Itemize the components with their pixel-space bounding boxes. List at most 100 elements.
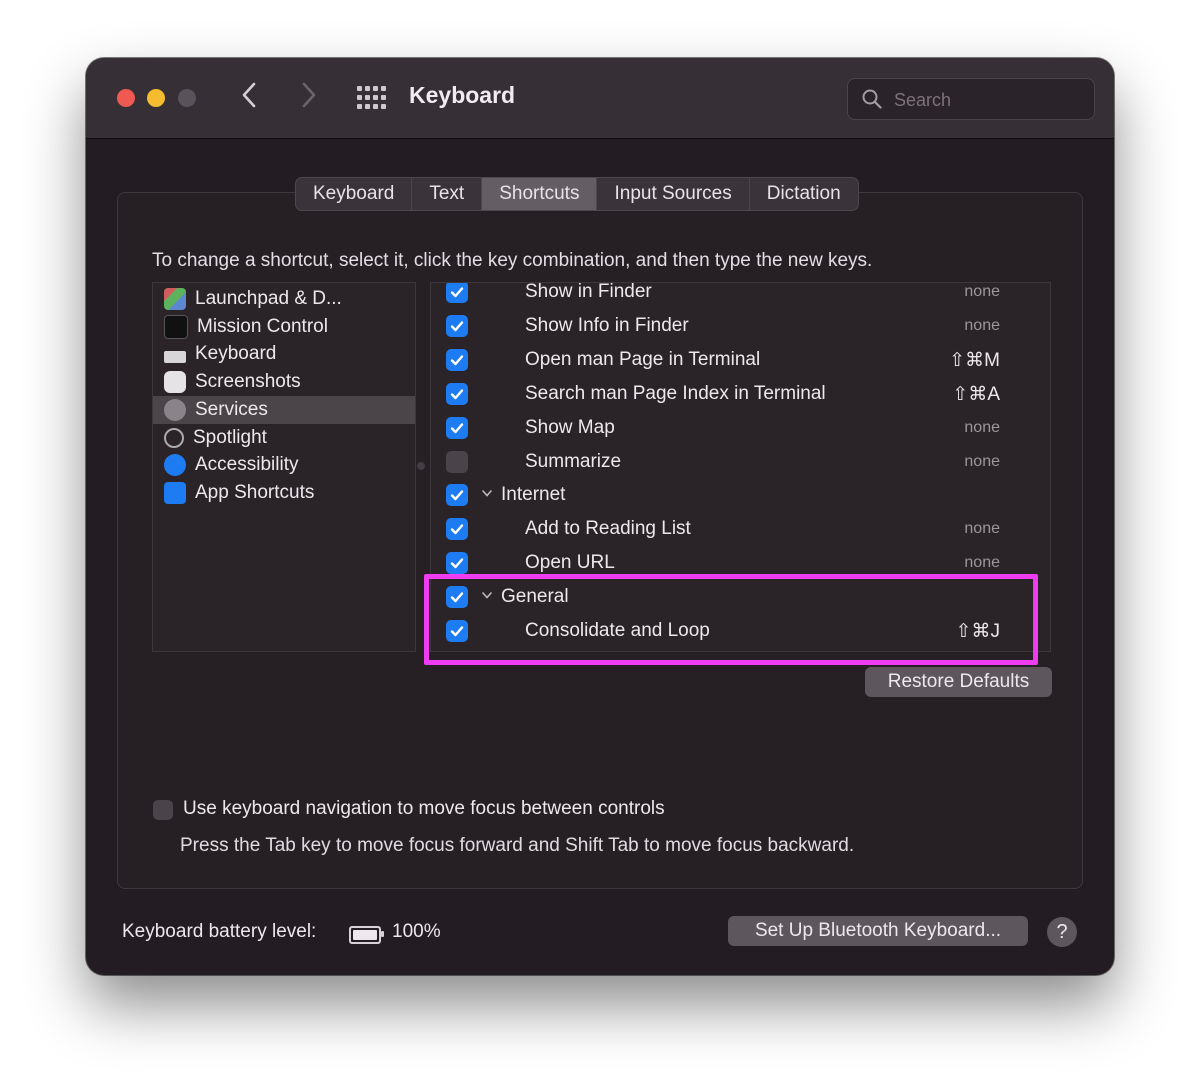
show-all-grid-icon[interactable] (357, 86, 386, 110)
shortcut-list[interactable]: Show in Finder none Show Info in Finder non… (430, 282, 1051, 652)
shortcut-key-combination[interactable]: none (964, 283, 1000, 301)
tab-text[interactable]: Text (412, 178, 483, 210)
shortcut-row[interactable]: Open man Page in Terminal ⇧⌘M (431, 345, 1050, 379)
category-label: Mission Control (197, 315, 328, 337)
shortcut-label: Search man Page Index in Terminal (525, 382, 826, 404)
keyboard-preferences-window: Keyboard KeyboardTextShortcutsInput Sour… (86, 58, 1114, 975)
category-label: Screenshots (195, 371, 301, 393)
shortcut-key-combination[interactable]: ⇧⌘J (956, 620, 1000, 643)
tab-keyboard[interactable]: Keyboard (296, 178, 413, 210)
shortcut-key-combination[interactable]: ⇧⌘A (952, 383, 1000, 406)
checkmark-icon (450, 490, 464, 501)
shortcut-label: Show Map (525, 416, 615, 438)
search-field[interactable] (847, 78, 1095, 120)
screenshot-icon (164, 371, 186, 394)
shortcut-checkbox[interactable] (446, 518, 468, 541)
shortcut-row[interactable]: Show Info in Finder none (431, 311, 1050, 345)
shortcut-row[interactable]: Open URL none (431, 548, 1050, 582)
keyboard-navigation-checkbox[interactable] (153, 800, 173, 820)
keyboard-icon (164, 350, 186, 363)
checkmark-icon (450, 524, 464, 535)
chevron-left-icon (242, 82, 256, 108)
checkmark-icon (450, 355, 464, 365)
chevron-right-icon (302, 82, 316, 108)
shortcut-checkbox[interactable] (446, 586, 468, 609)
window-title: Keyboard (409, 82, 516, 108)
shortcut-checkbox[interactable] (446, 314, 468, 337)
shortcut-checkbox[interactable] (446, 484, 468, 507)
battery-label: Keyboard battery level: (122, 921, 317, 942)
category-item-spotlight[interactable]: Spotlight (153, 424, 415, 452)
keyboard-navigation-description: Press the Tab key to move focus forward … (180, 835, 855, 856)
shortcut-row[interactable]: Consolidate and Loop ⇧⌘J (431, 616, 1050, 650)
category-item-services[interactable]: Services (153, 395, 415, 424)
disclosure-chevron-down-icon[interactable] (481, 588, 493, 604)
shortcut-checkbox[interactable] (446, 450, 468, 473)
shortcut-checkbox[interactable] (446, 283, 468, 303)
category-item-screenshots[interactable]: Screenshots (153, 368, 415, 396)
shortcut-row[interactable]: Summarize none (431, 447, 1050, 481)
shortcut-row[interactable]: Show in Finder none (431, 283, 1050, 311)
split-divider-handle[interactable] (417, 462, 425, 470)
tab-input-sources[interactable]: Input Sources (597, 178, 750, 210)
shortcut-label: Internet (501, 484, 566, 506)
battery-fill (353, 930, 377, 940)
category-label: Spotlight (193, 426, 267, 448)
shortcut-label: Open man Page in Terminal (525, 348, 761, 370)
titlebar: Keyboard (86, 58, 1114, 139)
category-item-accessibility[interactable]: Accessibility (153, 451, 415, 479)
keyboard-navigation-label: Use keyboard navigation to move focus be… (183, 798, 665, 819)
forward-button[interactable] (300, 80, 318, 117)
shortcut-label: Summarize (525, 450, 622, 472)
help-button[interactable]: ? (1047, 917, 1077, 947)
shortcut-row[interactable]: Add to Reading List none (431, 514, 1050, 548)
close-button[interactable] (117, 89, 135, 107)
shortcut-checkbox[interactable] (446, 348, 468, 371)
checkmark-icon (450, 558, 464, 569)
category-item-app-shortcuts[interactable]: App Shortcuts (153, 479, 415, 507)
shortcut-group-row[interactable]: General (431, 582, 1050, 616)
search-icon (862, 89, 882, 109)
category-label: Services (195, 398, 268, 420)
shortcut-key-combination[interactable]: none (964, 317, 1000, 335)
restore-defaults-button[interactable]: Restore Defaults (865, 667, 1052, 697)
tab-shortcuts[interactable]: Shortcuts (482, 178, 598, 210)
category-list[interactable]: Launchpad & D... Mission Control Keyboard S… (152, 282, 416, 652)
magnifier-icon (164, 427, 184, 448)
checkmark-icon (450, 321, 464, 332)
checkmark-icon (450, 388, 464, 399)
category-label: App Shortcuts (195, 481, 315, 503)
search-input[interactable] (892, 87, 1086, 113)
shortcut-key-combination[interactable]: none (964, 419, 1000, 437)
zoom-button[interactable] (178, 89, 196, 107)
tab-dictation[interactable]: Dictation (750, 178, 858, 210)
shortcut-key-combination[interactable]: none (964, 520, 1000, 538)
shortcut-checkbox[interactable] (446, 620, 468, 642)
shortcut-label: Add to Reading List (525, 518, 691, 540)
shortcut-checkbox[interactable] (446, 382, 468, 405)
checkmark-icon (450, 422, 464, 433)
category-item-launchpad-d[interactable]: Launchpad & D... (153, 285, 415, 313)
battery-percent: 100% (392, 921, 441, 942)
shortcut-label: Open URL (525, 552, 615, 574)
shortcut-key-combination[interactable]: ⇧⌘M (949, 349, 1000, 372)
shortcut-row[interactable]: Search man Page Index in Terminal ⇧⌘A (431, 379, 1050, 413)
shortcut-label: General (501, 586, 569, 608)
shortcut-checkbox[interactable] (446, 416, 468, 439)
category-label: Launchpad & D... (195, 288, 342, 309)
category-item-mission-control[interactable]: Mission Control (153, 313, 415, 341)
setup-bluetooth-keyboard-button[interactable]: Set Up Bluetooth Keyboard... (728, 916, 1028, 946)
battery-icon (349, 926, 384, 944)
shortcut-checkbox[interactable] (446, 552, 468, 575)
disclosure-chevron-down-icon[interactable] (481, 486, 493, 502)
category-item-keyboard[interactable]: Keyboard (153, 340, 415, 368)
shortcut-group-row[interactable]: Internet (431, 480, 1050, 514)
mission-control-icon (164, 314, 188, 339)
tab-bar: Keyboard Text Shortcuts Input Sources Dictat… (295, 177, 859, 211)
shortcut-key-combination[interactable]: none (964, 453, 1000, 471)
shortcut-row[interactable]: Show Map none (431, 413, 1050, 447)
app-store-icon (164, 481, 186, 504)
minimize-button[interactable] (147, 89, 165, 107)
shortcut-key-combination[interactable]: none (964, 554, 1000, 572)
back-button[interactable] (240, 80, 258, 117)
